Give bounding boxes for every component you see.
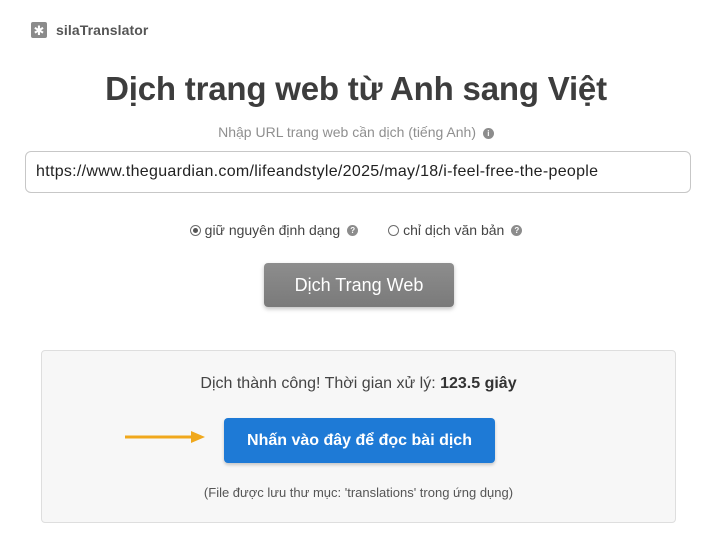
page-title: Dịch trang web từ Anh sang Việt	[105, 70, 607, 107]
url-hint-text: Nhập URL trang web cần dịch (tiếng Anh)	[218, 124, 476, 140]
info-icon[interactable]: i	[482, 127, 494, 139]
result-panel: Dịch thành công! Thời gian xử lý: 123.5 …	[41, 350, 676, 523]
url-hint: Nhập URL trang web cần dịch (tiếng Anh) …	[0, 124, 712, 140]
save-location-note: (File được lưu thư mục: 'translations' t…	[203, 485, 514, 500]
processing-time: 123.5 giây	[440, 375, 517, 392]
radio-text-only[interactable]	[388, 224, 400, 236]
option-keep-format[interactable]: giữ nguyên định dạng ?	[189, 222, 359, 238]
asterisk-logo-icon: ✱	[31, 22, 47, 38]
translate-button[interactable]: Dịch Trang Web	[264, 263, 454, 307]
question-icon[interactable]: ?	[347, 224, 359, 236]
question-icon[interactable]: ?	[511, 224, 523, 236]
option-text-only[interactable]: chỉ dịch văn bản ?	[388, 222, 523, 238]
option-keep-format-label: giữ nguyên định dạng	[204, 222, 341, 238]
success-message: Dịch thành công! Thời gian xử lý: 123.5 …	[42, 375, 675, 393]
format-options: giữ nguyên định dạng ? chỉ dịch văn bản …	[0, 222, 712, 238]
success-prefix: Dịch thành công! Thời gian xử lý:	[200, 375, 436, 392]
url-input[interactable]	[25, 151, 691, 193]
arrow-right-icon	[125, 431, 205, 443]
brand: ✱ silaTranslator	[31, 22, 148, 38]
brand-name: silaTranslator	[56, 22, 149, 38]
read-translation-button[interactable]: Nhấn vào đây để đọc bài dịch	[224, 418, 495, 463]
radio-keep-format[interactable]	[189, 224, 201, 236]
option-text-only-label: chỉ dịch văn bản	[403, 222, 505, 238]
